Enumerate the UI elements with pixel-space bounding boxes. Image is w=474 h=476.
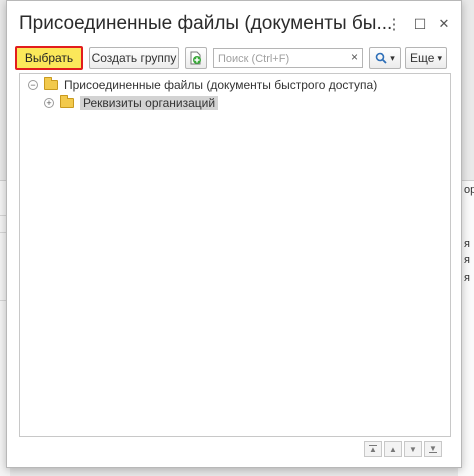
background-text-fragment: я — [464, 272, 470, 284]
tree-item-root[interactable]: − Присоединенные файлы (документы быстро… — [28, 76, 377, 94]
more-button[interactable]: Еще ▾ — [405, 47, 447, 69]
last-page-icon: ▼ — [429, 444, 437, 453]
window-title: Присоединенные файлы (документы бы... — [19, 13, 393, 34]
expand-icon[interactable]: + — [44, 98, 54, 108]
background-text-fragment: я — [464, 238, 470, 250]
folder-icon — [44, 77, 58, 90]
nav-down-button[interactable]: ▼ — [404, 441, 422, 457]
folder-icon — [60, 95, 74, 108]
search-options-button[interactable]: ▾ — [369, 47, 401, 69]
nav-first-button[interactable]: ▲ — [364, 441, 382, 457]
chevron-down-icon: ▾ — [437, 52, 442, 63]
tree-item-label: Присоединенные файлы (документы быстрого… — [64, 78, 378, 92]
search-input[interactable] — [214, 50, 342, 68]
nav-up-button[interactable]: ▲ — [384, 441, 402, 457]
background-text-fragment: ор — [464, 184, 474, 196]
tree-item-label: Реквизиты организаций — [80, 96, 219, 110]
chevron-down-icon: ▾ — [390, 52, 395, 63]
more-button-label: Еще — [410, 51, 435, 65]
background-text-fragment: я — [464, 254, 470, 266]
arrow-up-icon: ▲ — [389, 444, 397, 454]
add-file-button[interactable] — [185, 47, 207, 69]
file-tree: − Присоединенные файлы (документы быстро… — [19, 73, 451, 437]
tree-item-organization-details[interactable]: + Реквизиты организаций — [44, 94, 219, 112]
create-group-button[interactable]: Создать группу — [89, 47, 179, 69]
search-field[interactable]: × — [213, 48, 363, 68]
clear-search-icon[interactable]: × — [351, 50, 358, 64]
add-file-icon — [190, 51, 201, 65]
nav-last-button[interactable]: ▼ — [424, 441, 442, 457]
search-icon — [375, 52, 387, 64]
dialog-window: Присоединенные файлы (документы бы... ⋮ … — [6, 0, 462, 468]
select-button[interactable]: Выбрать — [15, 46, 83, 70]
maximize-icon[interactable]: ☐ — [411, 15, 429, 33]
close-icon[interactable]: ✕ — [435, 15, 453, 33]
first-page-icon: ▲ — [369, 445, 377, 454]
collapse-icon[interactable]: − — [28, 80, 38, 90]
title-bar: Присоединенные файлы (документы бы... ⋮ … — [7, 1, 461, 43]
arrow-down-icon: ▼ — [409, 444, 417, 454]
menu-icon[interactable]: ⋮ — [385, 15, 403, 33]
